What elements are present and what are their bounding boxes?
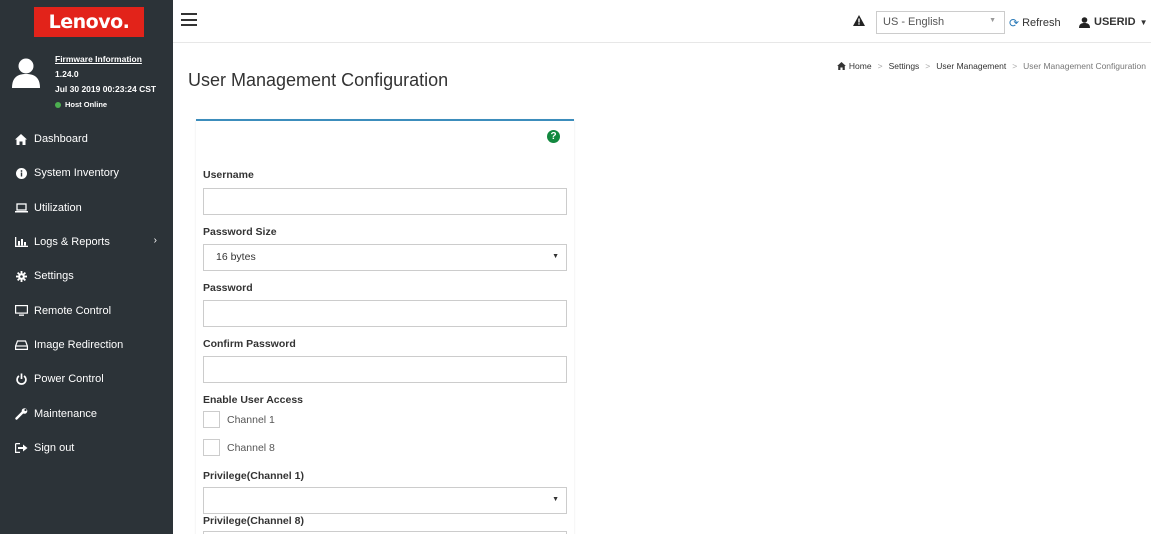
- user-icon: [1079, 16, 1090, 28]
- chevron-down-icon: ▼: [552, 496, 559, 503]
- sidebar-item-power-control[interactable]: Power Control: [0, 362, 173, 396]
- password-label: Password: [203, 282, 253, 294]
- breadcrumb-separator: >: [1012, 61, 1018, 71]
- confirm-password-label: Confirm Password: [203, 338, 296, 350]
- sidebar-item-image-redirection[interactable]: Image Redirection: [0, 328, 173, 362]
- warning-icon[interactable]: [853, 15, 865, 26]
- sign-out-icon: [14, 442, 28, 454]
- home-icon: [837, 62, 846, 70]
- confirm-password-input[interactable]: [203, 356, 567, 383]
- home-icon: [14, 133, 28, 145]
- sidebar-item-utilization[interactable]: Utilization: [0, 191, 173, 225]
- firmware-info-link[interactable]: Firmware Information: [55, 52, 156, 67]
- chevron-down-icon: ▼: [989, 17, 996, 24]
- privilege-channel-1-select[interactable]: ▼: [203, 487, 567, 514]
- user-config-form: ? Username Password Size 16 bytes ▼ Pass…: [196, 119, 574, 534]
- enable-user-access-label: Enable User Access: [203, 394, 304, 406]
- channel-8-label: Channel 8: [227, 441, 275, 454]
- channel-1-label: Channel 1: [227, 413, 275, 426]
- sidebar-item-label: Remote Control: [34, 304, 112, 317]
- channel-8-checkbox[interactable]: [203, 439, 220, 456]
- sidebar-item-label: Power Control: [34, 373, 104, 386]
- password-size-select[interactable]: 16 bytes ▼: [203, 244, 567, 271]
- firmware-version: 1.24.0: [55, 69, 79, 79]
- sidebar-item-settings[interactable]: Settings: [0, 259, 173, 293]
- bar-chart-icon: [14, 236, 28, 248]
- sidebar-item-system-inventory[interactable]: System Inventory: [0, 156, 173, 190]
- refresh-icon: ⟳: [1009, 16, 1020, 30]
- firmware-info-panel: Firmware Information 1.24.0 Jul 30 2019 …: [0, 48, 173, 124]
- sidebar-item-label: Settings: [34, 270, 74, 283]
- sidebar-item-label: System Inventory: [34, 167, 119, 180]
- sidebar-item-sign-out[interactable]: Sign out: [0, 431, 173, 465]
- laptop-icon: [14, 202, 28, 214]
- sidebar-item-maintenance[interactable]: Maintenance: [0, 396, 173, 430]
- caret-down-icon: ▼: [1139, 17, 1148, 27]
- breadcrumb-separator: >: [925, 61, 931, 71]
- sidebar-item-label: Maintenance: [34, 407, 97, 420]
- user-name: USERID: [1094, 16, 1136, 28]
- sidebar-item-label: Utilization: [34, 201, 82, 214]
- wrench-icon: [14, 407, 28, 420]
- status-dot-icon: [55, 101, 61, 108]
- page-title: User Management Configuration: [188, 70, 449, 90]
- password-size-value: 16 bytes: [216, 251, 256, 263]
- sidebar-item-label: Logs & Reports: [34, 236, 110, 249]
- refresh-button[interactable]: ⟳ Refresh: [1009, 16, 1061, 30]
- sidebar: Lenovo. Firmware Information 1.24.0 Jul …: [0, 0, 173, 534]
- sidebar-item-remote-control[interactable]: Remote Control: [0, 293, 173, 327]
- refresh-label: Refresh: [1022, 17, 1061, 29]
- channel-1-option: Channel 1: [203, 411, 275, 428]
- channel-1-checkbox[interactable]: [203, 411, 220, 428]
- language-select[interactable]: US - English ▼: [876, 11, 1005, 34]
- breadcrumb-current: User Management Configuration: [1023, 61, 1146, 71]
- host-status: Host Online: [55, 97, 156, 112]
- sidebar-item-logs-reports[interactable]: Logs & Reports ›: [0, 225, 173, 259]
- sidebar-item-label: Sign out: [34, 441, 75, 454]
- lenovo-logo: Lenovo.: [34, 7, 144, 37]
- sidebar-item-dashboard[interactable]: Dashboard: [0, 122, 173, 156]
- info-icon: [14, 167, 28, 179]
- monitor-icon: [14, 305, 28, 317]
- gear-icon: [14, 270, 28, 282]
- sidebar-nav: Dashboard System Inventory Utilization L…: [0, 122, 173, 465]
- breadcrumb-user-management[interactable]: User Management: [936, 61, 1006, 71]
- password-size-label: Password Size: [203, 226, 277, 238]
- privilege-channel-8-label: Privilege(Channel 8): [203, 515, 304, 527]
- breadcrumb-separator: >: [877, 61, 883, 71]
- top-navbar: US - English ▼ ⟳ Refresh USERID ▼: [173, 0, 1151, 43]
- breadcrumb-home[interactable]: Home: [849, 61, 872, 71]
- host-status-text: Host Online: [65, 100, 108, 109]
- language-select-value: US - English: [883, 16, 945, 28]
- password-input[interactable]: [203, 300, 567, 327]
- privilege-channel-1-label: Privilege(Channel 1): [203, 470, 304, 482]
- breadcrumb-settings[interactable]: Settings: [889, 61, 920, 71]
- user-avatar-icon: [12, 58, 40, 88]
- username-input[interactable]: [203, 188, 567, 215]
- disk-icon: [14, 339, 28, 351]
- chevron-down-icon: ▼: [552, 253, 559, 260]
- power-icon: [14, 373, 28, 386]
- menu-toggle-icon[interactable]: [181, 13, 197, 26]
- username-label: Username: [203, 169, 254, 181]
- breadcrumb: Home > Settings > User Management > User…: [837, 61, 1146, 71]
- sidebar-item-label: Dashboard: [34, 133, 88, 146]
- help-icon[interactable]: ?: [547, 130, 560, 143]
- sidebar-item-label: Image Redirection: [34, 338, 124, 351]
- firmware-date: Jul 30 2019 00:23:24 CST: [55, 84, 157, 94]
- user-menu-button[interactable]: USERID ▼: [1079, 16, 1147, 28]
- chevron-right-icon: ›: [153, 234, 157, 246]
- channel-8-option: Channel 8: [203, 439, 275, 456]
